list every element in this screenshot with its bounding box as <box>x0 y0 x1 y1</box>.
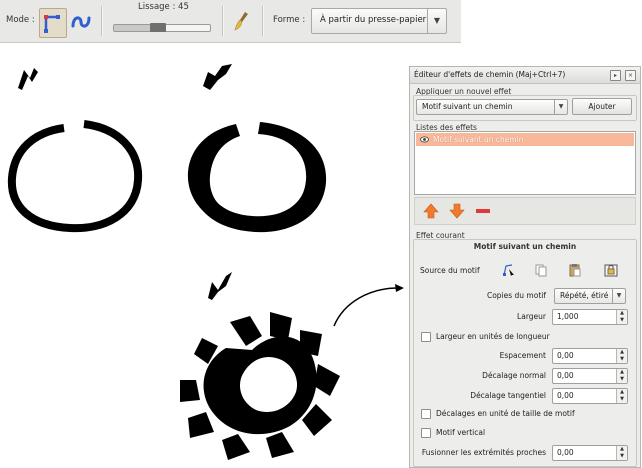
normal-offset-label: Décalage normal <box>482 371 546 380</box>
slider-handle[interactable] <box>150 23 166 32</box>
edit-on-canvas-icon[interactable] <box>502 263 516 277</box>
spacing-value: 0,00 <box>557 351 574 360</box>
callout-arrow <box>333 287 399 327</box>
copy-icon[interactable] <box>534 263 548 277</box>
tangent-offset-value: 0,00 <box>557 391 574 400</box>
smoothing-label: Lissage : 45 <box>138 2 189 12</box>
width-label: Largeur <box>517 312 546 321</box>
width-units-checkbox[interactable] <box>421 332 431 342</box>
normal-offset-spinbox[interactable]: 0,00 ▲ ▼ <box>552 368 628 384</box>
pattern-copies-select[interactable]: Répété, étiré ▼ <box>554 288 626 304</box>
close-icon[interactable]: × <box>625 70 636 81</box>
move-down-icon[interactable] <box>448 202 466 220</box>
thin-ring-path <box>7 120 143 233</box>
fuse-ends-label: Fusionner les extrémités proches <box>421 448 546 457</box>
spiral-curve-icon <box>71 16 91 28</box>
decrement-icon[interactable]: ▼ <box>616 356 627 363</box>
width-spinbox[interactable]: 1,000 ▲ ▼ <box>552 309 628 325</box>
increment-icon[interactable]: ▲ <box>616 310 627 317</box>
effect-type-value: Motif suivant un chemin <box>422 102 513 111</box>
increment-icon[interactable]: ▲ <box>616 446 627 453</box>
increment-icon[interactable]: ▲ <box>616 349 627 356</box>
list-item[interactable]: Motif suivant un chemin <box>416 133 634 146</box>
tangent-offset-spinbox[interactable]: 0,00 ▲ ▼ <box>552 388 628 404</box>
shape-label: Forme : <box>273 15 306 25</box>
pattern-stroke <box>208 272 232 300</box>
link-to-path-icon[interactable] <box>604 263 618 277</box>
spacing-spinbox[interactable]: 0,00 ▲ ▼ <box>552 348 628 364</box>
vertical-pattern-label: Motif vertical <box>436 428 486 437</box>
pattern-copies-value: Répété, étiré <box>560 291 609 300</box>
decrement-icon[interactable]: ▼ <box>616 396 627 403</box>
chevron-down-icon: ▼ <box>554 100 567 114</box>
decrement-icon[interactable]: ▼ <box>616 376 627 383</box>
chevron-down-icon: ▼ <box>612 289 625 303</box>
move-up-icon[interactable] <box>422 202 440 220</box>
brush-icon <box>234 12 248 31</box>
decrement-icon[interactable]: ▼ <box>616 453 627 460</box>
clear-style-button[interactable] <box>232 10 252 32</box>
increment-icon[interactable]: ▲ <box>616 369 627 376</box>
toolbar-separator <box>101 6 103 36</box>
mode-label: Mode : <box>6 15 35 25</box>
delete-effect-icon[interactable] <box>474 202 492 220</box>
width-units-label: Largeur en unités de longueur <box>436 332 550 341</box>
tool-controls-bar: Mode : Lissage : 45 Forme : À partir du … <box>0 0 461 43</box>
pattern-stroke <box>18 68 38 90</box>
add-effect-button[interactable]: Ajouter <box>572 98 632 115</box>
dialog-title: Éditeur d'effets de chemin (Maj+Ctrl+7) <box>414 70 566 79</box>
width-value: 1,000 <box>557 312 579 321</box>
offset-units-label: Décalages en unité de taille de motif <box>436 409 575 418</box>
arrowhead-icon <box>395 284 404 292</box>
path-effects-dialog: Éditeur d'effets de chemin (Maj+Ctrl+7) … <box>409 66 641 468</box>
toolbar-separator <box>262 6 264 36</box>
current-effect-title: Motif suivant un chemin <box>473 242 577 251</box>
normal-offset-value: 0,00 <box>557 371 574 380</box>
pattern-stroke <box>203 64 232 90</box>
dock-icon[interactable]: ▸ <box>610 70 621 81</box>
fuse-ends-spinbox[interactable]: 0,00 ▲ ▼ <box>552 445 628 461</box>
drawing-canvas[interactable] <box>0 43 406 466</box>
dialog-titlebar: Éditeur d'effets de chemin (Maj+Ctrl+7) … <box>410 67 640 84</box>
fuse-ends-value: 0,00 <box>557 448 574 457</box>
chevron-down-icon: ▼ <box>427 9 446 33</box>
pattern-source-label: Source du motif <box>420 266 480 275</box>
spiro-mode-button[interactable] <box>39 8 67 38</box>
offset-units-checkbox[interactable] <box>421 409 431 419</box>
shape-dropdown[interactable]: À partir du presse-papier ▼ <box>311 8 447 34</box>
effect-type-select[interactable]: Motif suivant un chemin ▼ <box>416 99 568 115</box>
decrement-icon[interactable]: ▼ <box>616 317 627 324</box>
bspline-mode-button[interactable] <box>70 10 92 34</box>
shape-dropdown-value: À partir du presse-papier <box>320 15 427 25</box>
toolbar-separator <box>222 6 224 36</box>
tangent-offset-label: Décalage tangentiel <box>470 391 546 400</box>
smoothing-slider[interactable] <box>113 23 211 32</box>
paste-icon[interactable] <box>568 263 582 277</box>
effect-name: Motif suivant un chemin <box>433 135 524 144</box>
increment-icon[interactable]: ▲ <box>616 389 627 396</box>
spacing-label: Espacement <box>499 351 546 360</box>
effects-list[interactable]: Motif suivant un chemin <box>414 131 636 195</box>
pattern-copies-label: Copies du motif <box>486 291 546 300</box>
vertical-pattern-checkbox[interactable] <box>421 428 431 438</box>
pattern-along-path-result <box>180 312 340 460</box>
bezier-mode-icon <box>44 15 60 33</box>
eye-icon[interactable] <box>420 135 429 144</box>
